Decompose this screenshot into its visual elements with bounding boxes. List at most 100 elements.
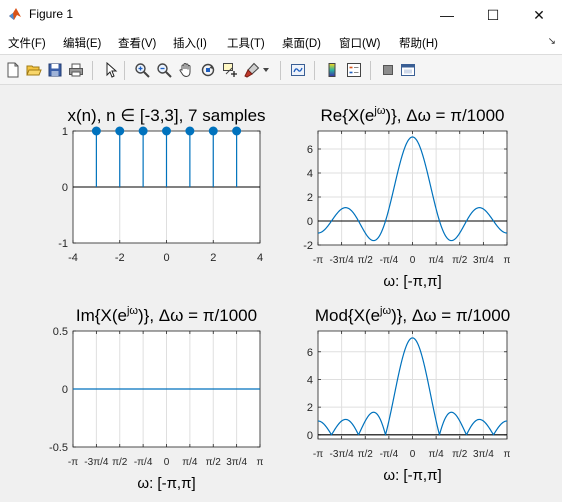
x-tick-label: π/2 bbox=[452, 255, 468, 266]
stem-marker bbox=[162, 126, 171, 136]
x-tick-label: 0 bbox=[410, 255, 416, 266]
figure-canvas: -1 0 1 -4 -2 0 2 4 x(n), n ∈ [-3,3], 7 samples -2… bbox=[49, 105, 511, 492]
toolbar bbox=[0, 54, 562, 85]
x-tick-label: -π/4 bbox=[380, 255, 399, 266]
x-tick-label: π/2 bbox=[358, 449, 374, 460]
x-tick-label: -3π/4 bbox=[330, 449, 355, 460]
title-bar: Figure 1 — ☐ ✕ bbox=[0, 0, 562, 30]
x-tick-label: 3π/4 bbox=[226, 457, 247, 468]
x-tick-label: -π/4 bbox=[380, 449, 399, 460]
stem-marker bbox=[91, 126, 101, 136]
toolbar-separator bbox=[370, 61, 371, 80]
x-tick-label: 3π/4 bbox=[473, 449, 494, 460]
stem-marker bbox=[138, 126, 148, 136]
menu-insert[interactable]: 插入(I) bbox=[173, 35, 207, 51]
x-tick-label: π bbox=[504, 449, 511, 460]
x-axis-label: ω: [-π,π] bbox=[383, 467, 441, 484]
brush-dropdown-icon[interactable] bbox=[261, 61, 271, 79]
y-tick-label: 6 bbox=[307, 347, 313, 359]
colorbar-icon[interactable] bbox=[323, 61, 341, 79]
x-tick-label: π/2 bbox=[112, 457, 128, 468]
x-tick-label: π bbox=[257, 457, 264, 468]
toolbar-separator bbox=[92, 61, 93, 80]
x-tick-label: π/4 bbox=[428, 449, 444, 460]
x-tick-label: -π/4 bbox=[134, 457, 153, 468]
x-tick-label: 2 bbox=[210, 252, 216, 264]
save-icon[interactable] bbox=[46, 61, 64, 79]
x-tick-label: -2 bbox=[115, 252, 125, 264]
pan-hand-icon[interactable] bbox=[177, 61, 195, 79]
rotate-3d-icon[interactable] bbox=[199, 61, 217, 79]
x-axis-label: ω: [-π,π] bbox=[383, 273, 441, 290]
matlab-logo-icon bbox=[9, 8, 21, 20]
maximize-button[interactable]: ☐ bbox=[470, 0, 516, 30]
menu-edit[interactable]: 编辑(E) bbox=[63, 35, 101, 51]
x-tick-label: -π bbox=[68, 457, 78, 468]
y-tick-label: 0 bbox=[307, 216, 313, 228]
x-tick-label: -3π/4 bbox=[84, 457, 109, 468]
x-tick-label: -3π/4 bbox=[330, 255, 355, 266]
menu-tools[interactable]: 工具(T) bbox=[227, 35, 265, 51]
menu-window[interactable]: 窗口(W) bbox=[339, 35, 381, 51]
x-tick-label: π/2 bbox=[206, 457, 222, 468]
y-tick-label: 2 bbox=[307, 192, 313, 204]
stem-marker bbox=[115, 126, 125, 136]
y-tick-label: 0 bbox=[62, 384, 68, 396]
menu-bar: 文件(F) 编辑(E) 查看(V) 插入(I) 工具(T) 桌面(D) 窗口(W… bbox=[0, 30, 562, 54]
x-tick-label: π/2 bbox=[452, 449, 468, 460]
zoom-out-icon[interactable] bbox=[155, 61, 173, 79]
stem-marker bbox=[208, 126, 218, 136]
plot-title: Re{X(ejω)}, Δω = π/1000 bbox=[321, 105, 505, 125]
stem-marker bbox=[185, 126, 195, 136]
toolbar-separator bbox=[124, 61, 125, 80]
window-title: Figure 1 bbox=[29, 7, 74, 21]
y-tick-label: 1 bbox=[62, 126, 68, 138]
x-tick-label: 3π/4 bbox=[473, 255, 494, 266]
x-tick-label: -π bbox=[313, 449, 323, 460]
y-tick-label: 4 bbox=[307, 374, 313, 386]
legend-icon[interactable] bbox=[345, 61, 363, 79]
y-tick-label: 6 bbox=[307, 144, 313, 156]
data-cursor-icon[interactable] bbox=[221, 61, 239, 79]
plot-title: x(n), n ∈ [-3,3], 7 samples bbox=[67, 106, 265, 125]
x-tick-label: 0 bbox=[410, 449, 416, 460]
menu-overflow-arrow-icon[interactable]: ↘ bbox=[548, 36, 556, 47]
x-tick-label: 0 bbox=[164, 457, 170, 468]
x-tick-label: 4 bbox=[257, 252, 263, 264]
x-tick-label: π/4 bbox=[428, 255, 444, 266]
plot-title: Mod{X(ejω)}, Δω = π/1000 bbox=[315, 305, 510, 325]
brush-icon[interactable] bbox=[243, 61, 261, 79]
zoom-in-icon[interactable] bbox=[133, 61, 151, 79]
x-tick-label: 0 bbox=[163, 252, 169, 264]
y-tick-label: -1 bbox=[58, 238, 68, 250]
minimize-button[interactable]: — bbox=[424, 0, 470, 30]
plot-title: Im{X(ejω)}, Δω = π/1000 bbox=[76, 305, 257, 325]
x-axis-label: ω: [-π,π] bbox=[137, 475, 195, 492]
new-figure-icon[interactable] bbox=[4, 61, 22, 79]
hide-plot-tools-icon[interactable] bbox=[379, 61, 397, 79]
toolbar-separator bbox=[314, 61, 315, 80]
show-plot-tools-icon[interactable] bbox=[399, 61, 417, 79]
x-tick-label: -π bbox=[313, 255, 323, 266]
menu-view[interactable]: 查看(V) bbox=[118, 35, 156, 51]
x-tick-label: π/2 bbox=[358, 255, 374, 266]
pointer-icon[interactable] bbox=[102, 61, 120, 79]
menu-help[interactable]: 帮助(H) bbox=[399, 35, 438, 51]
print-icon[interactable] bbox=[67, 61, 85, 79]
x-tick-label: π/4 bbox=[182, 457, 198, 468]
toolbar-separator bbox=[280, 61, 281, 80]
menu-file[interactable]: 文件(F) bbox=[8, 35, 46, 51]
y-tick-label: 2 bbox=[307, 402, 313, 414]
stem-marker bbox=[232, 126, 242, 136]
open-file-icon[interactable] bbox=[25, 61, 43, 79]
x-tick-label: -4 bbox=[68, 252, 78, 264]
y-tick-label: -0.5 bbox=[49, 442, 68, 454]
x-tick-label: π bbox=[504, 255, 511, 266]
y-tick-label: -2 bbox=[303, 240, 313, 252]
link-plot-icon[interactable] bbox=[289, 61, 307, 79]
y-tick-label: 4 bbox=[307, 168, 313, 180]
y-tick-label: 0 bbox=[62, 182, 68, 194]
y-tick-label: 0 bbox=[307, 430, 313, 442]
menu-desktop[interactable]: 桌面(D) bbox=[282, 35, 321, 51]
close-button[interactable]: ✕ bbox=[516, 0, 562, 30]
